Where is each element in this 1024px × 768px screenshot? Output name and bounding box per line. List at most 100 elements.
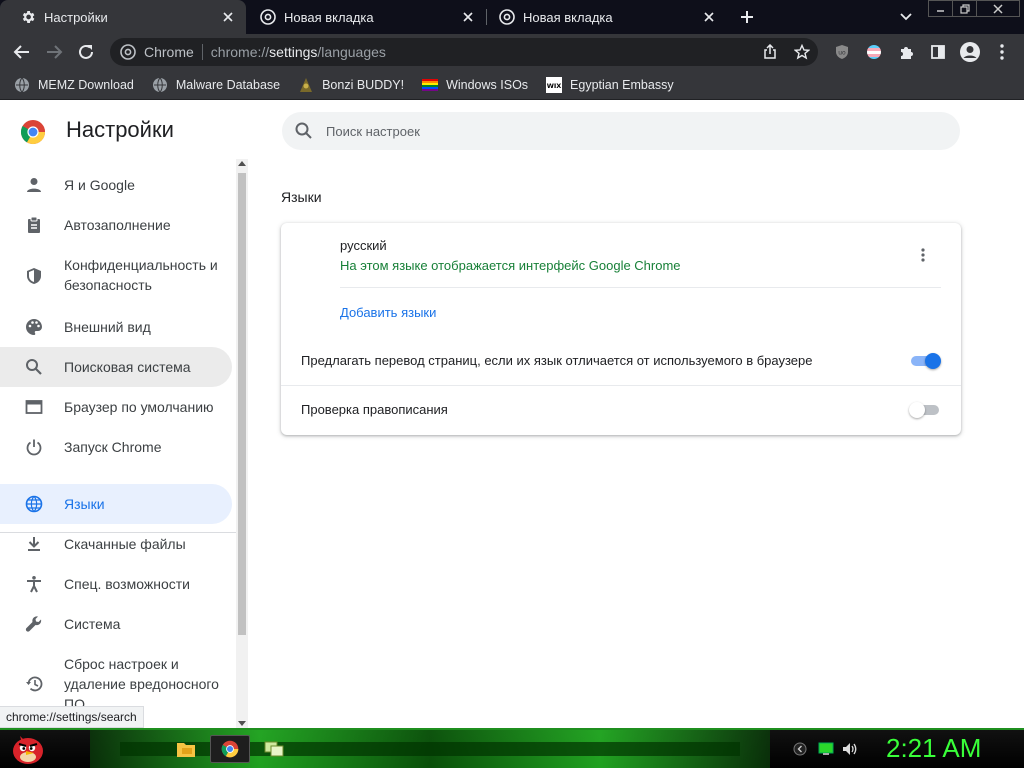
sidebar-item-label: Браузер по умолчанию — [64, 399, 214, 415]
add-languages-button[interactable]: Добавить языки — [340, 305, 436, 320]
scroll-up-arrow-icon[interactable] — [238, 161, 246, 166]
sidebar-item-label: Внешний вид — [64, 319, 151, 335]
bookmark-label: Malware Database — [175, 77, 281, 92]
network-icon[interactable] — [818, 741, 834, 757]
omnibox-separator — [201, 44, 203, 60]
sidebar-item-on-startup[interactable]: Запуск Chrome — [0, 427, 232, 467]
tab-title: Настройки — [44, 9, 108, 25]
bookmark-memz[interactable]: MEMZ Download — [14, 77, 134, 93]
close-icon[interactable] — [701, 9, 717, 25]
omnibox[interactable]: Chrome chrome://settings/languages — [110, 38, 818, 66]
start-button[interactable] — [8, 730, 48, 768]
sidebar-item-search-engine[interactable]: Поисковая система — [0, 347, 232, 387]
sidebar-item-label: Сброс настроек и удаление вредоносного П… — [64, 656, 219, 712]
search-input[interactable] — [326, 123, 926, 139]
sidebar-item-default-browser[interactable]: Браузер по умолчанию — [0, 387, 232, 427]
bookmarks-bar: MEMZ Download Malware Database Bonzi BUD… — [0, 70, 1024, 100]
sidebar-item-downloads[interactable]: Скачанные файлы — [0, 524, 232, 564]
ublock-icon[interactable]: uo — [830, 40, 854, 64]
bookmark-bonzi-buddy[interactable]: Bonzi BUDDY! — [298, 77, 404, 93]
gear-icon — [20, 9, 36, 25]
sidebar-item-autofill[interactable]: Автозаполнение — [0, 205, 232, 245]
bookmark-malware-database[interactable]: Malware Database — [152, 77, 280, 93]
bookmark-label: Bonzi BUDDY! — [322, 77, 405, 92]
search-icon — [294, 121, 314, 141]
more-actions-button[interactable] — [913, 245, 933, 265]
spellcheck-label: Проверка правописания — [301, 402, 448, 417]
star-icon[interactable] — [794, 44, 810, 60]
tray-chevron-icon[interactable] — [792, 741, 808, 757]
bookmark-label: Windows ISOs — [446, 77, 529, 92]
spellcheck-toggle[interactable] — [909, 402, 941, 418]
sidebar-item-label: Система — [64, 616, 121, 632]
svg-text:WIX: WIX — [547, 82, 562, 90]
close-icon[interactable] — [460, 9, 476, 25]
toggle-knob — [909, 402, 925, 418]
forward-button[interactable] — [42, 40, 66, 64]
accessibility-icon — [24, 574, 44, 594]
chrome-logo-icon — [20, 119, 46, 145]
sidebar-item-appearance[interactable]: Внешний вид — [0, 307, 232, 347]
translate-toggle[interactable] — [909, 353, 941, 369]
clock[interactable]: 2:21 AM — [886, 733, 981, 764]
taskbar-chrome[interactable] — [210, 735, 250, 763]
close-window-button[interactable] — [976, 0, 1020, 17]
scrollbar-thumb[interactable] — [238, 173, 246, 635]
globe-icon — [14, 77, 30, 93]
scroll-down-arrow-icon[interactable] — [238, 721, 246, 726]
back-button[interactable] — [10, 40, 34, 64]
card-divider — [281, 385, 961, 386]
chevron-down-icon[interactable] — [896, 7, 916, 27]
download-icon — [24, 534, 44, 554]
clipboard-icon — [24, 215, 44, 235]
sidebar-item-label: Языки — [64, 496, 105, 512]
bookmark-label: MEMZ Download — [38, 77, 134, 92]
site-chip[interactable]: Chrome — [144, 44, 194, 60]
globe-icon — [24, 494, 44, 514]
sidebar-item-system[interactable]: Система — [0, 604, 232, 644]
profile-avatar-icon[interactable] — [958, 40, 982, 64]
bookmark-windows-isos[interactable]: Windows ISOs — [422, 77, 528, 93]
chrome-icon — [499, 9, 515, 25]
svg-text:uo: uo — [838, 50, 846, 57]
reload-button[interactable] — [74, 40, 98, 64]
search-box[interactable] — [282, 112, 960, 150]
rainbow-flag-icon — [422, 77, 439, 93]
sidebar-item-you-and-google[interactable]: Я и Google — [0, 165, 232, 205]
sidebar-item-label: Спец. возможности — [64, 576, 190, 592]
side-panel-icon[interactable] — [926, 40, 950, 64]
share-icon[interactable] — [762, 44, 778, 60]
sidebar-item-privacy[interactable]: Конфиденциальность и безопасность — [0, 245, 232, 307]
browser-window-icon — [24, 397, 44, 417]
maximize-button[interactable] — [952, 0, 977, 17]
volume-icon[interactable] — [842, 741, 858, 757]
settings-page: Настройки Я и Google Автозаполнение Конф… — [0, 101, 1024, 728]
close-icon[interactable] — [220, 9, 236, 25]
taskbar-window-switcher[interactable] — [254, 735, 294, 763]
tab-new-1[interactable]: Новая вкладка — [246, 0, 486, 34]
bookmark-egyptian-embassy[interactable]: WIX Egyptian Embassy — [546, 76, 674, 93]
tab-title: Новая вкладка — [284, 9, 374, 25]
new-tab-button[interactable] — [736, 7, 758, 27]
sidebar-item-accessibility[interactable]: Спец. возможности — [0, 564, 232, 604]
minimize-button[interactable] — [928, 0, 953, 17]
taskbar-file-explorer[interactable] — [166, 735, 206, 763]
sidebar-item-languages[interactable]: Языки — [0, 484, 232, 524]
extension-flag-icon[interactable] — [862, 40, 886, 64]
puzzle-icon[interactable] — [894, 40, 918, 64]
sidebar-item-label: Запуск Chrome — [64, 439, 162, 455]
tab-title: Новая вкладка — [523, 9, 613, 25]
restore-icon — [24, 674, 44, 694]
sidebar-item-label: Конфиденциальность и безопасность — [64, 257, 218, 293]
palette-icon — [24, 317, 44, 337]
globe-icon — [152, 77, 168, 93]
sidebar-item-label: Скачанные файлы — [64, 536, 186, 552]
tab-strip: Настройки Новая вкладка Новая вкладка — [0, 0, 1024, 34]
tab-settings[interactable]: Настройки — [0, 0, 246, 34]
tab-new-2[interactable]: Новая вкладка — [487, 0, 727, 34]
menu-kebab-icon[interactable] — [990, 40, 1014, 64]
sidebar-item-label: Автозаполнение — [64, 217, 171, 233]
wrench-icon — [24, 614, 44, 634]
sidebar-scrollbar[interactable] — [236, 159, 248, 728]
sidebar-item-label: Я и Google — [64, 177, 135, 193]
